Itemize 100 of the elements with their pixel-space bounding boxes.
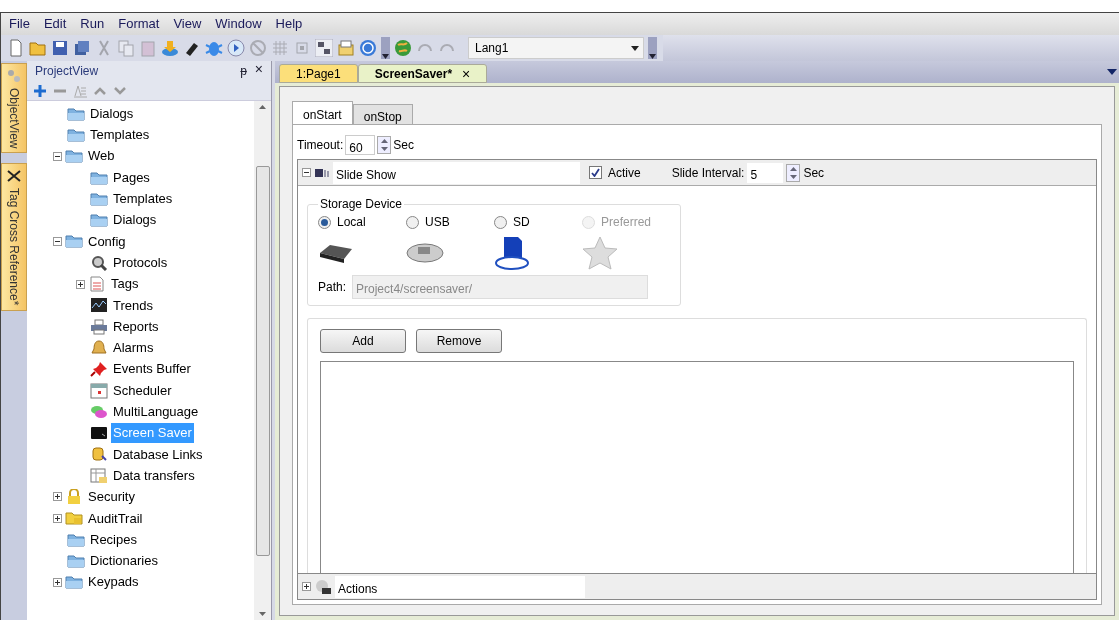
folder-icon — [65, 233, 83, 250]
spin-buttons[interactable] — [786, 163, 801, 182]
tree-item[interactable]: Keypads — [86, 572, 141, 592]
radio-label: USB — [425, 214, 450, 231]
tree-item[interactable]: Security — [86, 487, 137, 507]
slide-show-name-field[interactable]: Slide Show — [333, 161, 580, 184]
usb-drive-icon — [406, 242, 444, 264]
minus-icon — [304, 170, 309, 175]
tree-item[interactable]: Trends — [111, 295, 155, 316]
tree-item[interactable]: Pages — [111, 167, 152, 188]
document-icon — [88, 276, 106, 292]
tree-item[interactable]: Scheduler — [111, 380, 174, 401]
side-tab[interactable]: ObjectView — [1, 63, 27, 154]
pin-button[interactable]: ᵽ — [240, 62, 247, 80]
radio-button[interactable] — [318, 215, 331, 229]
radio-button[interactable] — [406, 215, 419, 229]
timeout-field[interactable]: 60 — [345, 135, 376, 155]
panel-title: ProjectView — [35, 63, 99, 80]
expand-toggle[interactable] — [53, 577, 62, 587]
tree-item[interactable]: Data transfers — [111, 465, 197, 486]
expand-toggle[interactable] — [302, 582, 311, 591]
folder-icon — [65, 148, 83, 165]
layout-icon[interactable] — [315, 39, 333, 57]
tree-item[interactable]: MultiLanguage — [111, 402, 201, 422]
menu-item[interactable]: Help — [275, 14, 303, 34]
collapse-toggle[interactable] — [53, 236, 62, 246]
unit-label: Sec — [803, 164, 825, 182]
sd-card-icon — [494, 236, 530, 270]
bell-icon — [90, 339, 108, 356]
plus-icon — [78, 281, 83, 287]
action-button[interactable]: Add — [320, 329, 406, 353]
folder-icon — [67, 126, 85, 143]
radio-button[interactable] — [494, 215, 507, 229]
new-file-icon[interactable] — [7, 39, 25, 57]
tree-item[interactable]: Tags — [109, 274, 141, 294]
menu-item[interactable]: File — [9, 14, 30, 34]
tree-item[interactable]: Events Buffer — [111, 359, 193, 379]
tree-item[interactable]: Recipes — [88, 529, 139, 550]
help-icon[interactable] — [359, 39, 377, 57]
tree-item[interactable]: Dialogs — [88, 103, 136, 124]
tree-item[interactable]: Dialogs — [111, 210, 159, 230]
folder-icon — [90, 212, 108, 229]
document-tab[interactable]: 1:Page1 — [279, 64, 358, 83]
language-dropdown[interactable]: Lang1 — [468, 37, 644, 59]
action-button[interactable]: Remove — [416, 329, 502, 353]
tree-item[interactable]: Protocols — [111, 252, 170, 273]
path-field: Project4/screensaver/ — [352, 275, 649, 299]
menu-item[interactable]: Edit — [43, 14, 67, 34]
close-button[interactable]: × — [254, 62, 263, 80]
lock-folder-icon — [65, 510, 83, 527]
save-icon[interactable] — [51, 39, 69, 57]
expand-toggle[interactable] — [53, 492, 62, 502]
menu-item[interactable]: Window — [215, 14, 262, 34]
side-tab[interactable]: Tag Cross Reference* — [1, 163, 27, 311]
plus-icon — [55, 579, 60, 585]
lock-icon — [65, 489, 83, 505]
expand-toggle[interactable] — [53, 513, 62, 523]
tree-item[interactable]: Templates — [111, 189, 175, 209]
collapse-toggle[interactable] — [53, 151, 62, 161]
tree-item[interactable]: Web — [86, 146, 117, 166]
plus-icon[interactable] — [33, 83, 47, 98]
menu-item[interactable]: View — [173, 14, 202, 34]
save-all-icon[interactable] — [73, 39, 91, 57]
expand-toggle[interactable] — [76, 279, 85, 289]
tree-item[interactable]: Reports — [111, 316, 161, 337]
plus-icon — [55, 515, 60, 521]
toolbar-overflow-icon[interactable] — [648, 37, 657, 59]
tree-item[interactable]: Alarms — [111, 338, 156, 358]
menu-item[interactable]: Run — [80, 14, 105, 34]
collapse-toggle[interactable] — [302, 168, 311, 177]
toolbar-overflow-icon[interactable] — [381, 37, 390, 59]
properties-icon[interactable] — [337, 39, 355, 57]
tab-list-caret-icon[interactable] — [1107, 69, 1117, 75]
active-checkbox[interactable] — [589, 166, 602, 179]
active-label: Active — [608, 164, 641, 182]
scroll-down-arrow-icon[interactable] — [259, 612, 266, 616]
cross-arrows-icon — [6, 168, 22, 185]
scrollbar[interactable] — [254, 101, 271, 620]
close-tab-button[interactable]: × — [462, 66, 471, 81]
slide-interval-field[interactable]: 5 — [747, 162, 784, 183]
tree-item[interactable]: Database Links — [111, 444, 205, 465]
down-arrow-icon — [380, 147, 388, 151]
scroll-up-arrow-icon[interactable] — [259, 105, 266, 109]
radio-label: SD — [513, 214, 530, 231]
spin-buttons[interactable] — [377, 136, 392, 154]
star-icon — [582, 236, 618, 270]
actions-name-field[interactable]: Actions — [335, 575, 585, 598]
event-tab[interactable]: onStart — [292, 101, 353, 125]
tree-item[interactable]: Dictionaries — [88, 551, 160, 571]
tree-item[interactable]: Templates — [88, 125, 152, 145]
tree-item[interactable]: AuditTrail — [86, 508, 145, 529]
folder-icon — [90, 169, 108, 186]
slide-interval-label: Slide Interval: — [671, 164, 745, 182]
document-tab[interactable]: ScreenSaver* × — [357, 64, 488, 83]
play-icon[interactable] — [227, 39, 245, 57]
menu-item[interactable]: Format — [118, 14, 160, 34]
path-label: Path: — [318, 279, 347, 296]
tree-item[interactable]: Config — [86, 231, 128, 252]
chart-icon — [90, 297, 108, 314]
folder-icon — [67, 552, 85, 569]
